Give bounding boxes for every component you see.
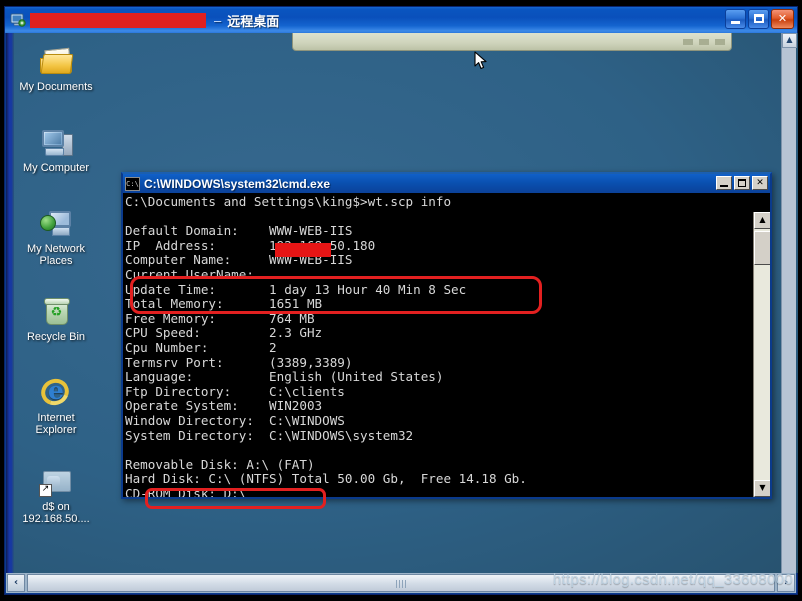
shared-folder-shortcut-icon: ↗ bbox=[39, 465, 73, 497]
console-line: Current UserName: bbox=[125, 266, 270, 282]
console-line: Computer Name: WWW-WEB-IIS bbox=[125, 252, 353, 268]
cmd-titlebar[interactable]: C:\ C:\WINDOWS\system32\cmd.exe ✕ bbox=[123, 174, 770, 193]
maximize-button[interactable] bbox=[748, 9, 769, 29]
console-line: Termsrv Port: (3389,3389) bbox=[125, 354, 353, 370]
cmd-window-controls: ✕ bbox=[716, 176, 768, 190]
scroll-up-button[interactable]: ▲ bbox=[754, 212, 770, 229]
remote-desktop-icon bbox=[10, 12, 26, 28]
close-button[interactable]: ✕ bbox=[771, 9, 794, 29]
cmd-minimize-button[interactable] bbox=[716, 176, 732, 190]
cmd-window-title: C:\WINDOWS\system32\cmd.exe bbox=[144, 176, 331, 191]
console-line: CPU Speed: 2.3 GHz bbox=[125, 325, 323, 341]
console-line: Ftp Directory: C:\clients bbox=[125, 383, 345, 399]
folder-documents-icon bbox=[39, 45, 74, 77]
cmd-close-button[interactable]: ✕ bbox=[752, 176, 768, 190]
viewport-horizontal-scrollbar[interactable]: ‹ › bbox=[6, 573, 796, 593]
background-remote-window[interactable] bbox=[292, 33, 732, 51]
desktop-icon-label: My Network Places bbox=[26, 243, 86, 267]
computer-icon bbox=[39, 126, 73, 158]
desktop-icon-my-network-places[interactable]: My Network Places bbox=[14, 207, 98, 267]
desktop-icon-my-computer[interactable]: My Computer bbox=[14, 126, 98, 174]
desktop-icon-recycle-bin[interactable]: ♻ Recycle Bin bbox=[14, 295, 98, 343]
desktop-icon-d-share-shortcut[interactable]: ↗ d$ on 192.168.50.... bbox=[14, 465, 98, 525]
console-line: Free Memory: 764 MB bbox=[125, 310, 315, 326]
console-line: Hard Disk: C:\ (NTFS) Total 50.00 Gb, Fr… bbox=[125, 471, 527, 487]
minimize-button[interactable] bbox=[725, 9, 746, 29]
console-line: C:\Documents and Settings\king$>wt.scp i… bbox=[125, 194, 452, 209]
console-line: CD-ROM Disk: D:\ bbox=[125, 485, 247, 497]
viewport-scroll-up-button[interactable]: ▲ bbox=[782, 33, 797, 48]
recycle-bin-icon: ♻ bbox=[39, 295, 73, 327]
cmd-window[interactable]: C:\ C:\WINDOWS\system32\cmd.exe ✕ C:\Doc… bbox=[121, 172, 772, 499]
remote-desktop-viewport[interactable]: My Documents My Computer My Network Place… bbox=[6, 33, 798, 573]
desktop-icon-internet-explorer[interactable]: e Internet Explorer bbox=[14, 374, 98, 436]
desktop-icon-label: Recycle Bin bbox=[26, 331, 86, 343]
title-separator: – bbox=[214, 12, 222, 28]
title-suffix: 远程桌面 bbox=[227, 13, 280, 29]
console-output: C:\Documents and Settings\king$>wt.scp i… bbox=[125, 194, 753, 497]
title-redaction-block bbox=[30, 12, 206, 28]
console-line: Total Memory: 1651 MB bbox=[125, 296, 323, 312]
console-line: Update Time: 1 day 13 Hour 40 Min 8 Sec bbox=[125, 281, 467, 297]
window-titlebar[interactable]: – 远程桌面 ✕ bbox=[5, 7, 797, 33]
desktop-left-strip bbox=[6, 33, 14, 573]
desktop-icon-label: My Computer bbox=[22, 162, 90, 174]
desktop-icon-label: My Documents bbox=[19, 81, 93, 93]
console-vertical-scrollbar[interactable]: ▲ ▼ bbox=[753, 212, 770, 497]
console-line: Removable Disk: A:\ (FAT) bbox=[125, 456, 315, 472]
scroll-thumb[interactable] bbox=[754, 231, 770, 265]
console-line: Language: English (United States) bbox=[125, 369, 444, 385]
console-client-area[interactable]: C:\Documents and Settings\king$>wt.scp i… bbox=[123, 193, 770, 497]
window-title: – 远程桌面 bbox=[30, 11, 279, 30]
desktop-icon-label: d$ on 192.168.50.... bbox=[22, 501, 90, 525]
username-redaction-block bbox=[275, 243, 331, 257]
desktop-icon-label: Internet Explorer bbox=[35, 412, 77, 436]
viewport-hscroll-thumb[interactable] bbox=[27, 574, 775, 592]
console-line: Operate System: WIN2003 bbox=[125, 398, 323, 414]
viewport-scroll-right-button[interactable]: › bbox=[777, 574, 795, 592]
console-line: Window Directory: C:\WINDOWS bbox=[125, 412, 345, 428]
console-line: System Directory: C:\WINDOWS\system32 bbox=[125, 427, 414, 443]
remote-desktop-window: – 远程桌面 ✕ My Documents My Computer My Net… bbox=[4, 6, 798, 595]
cmd-maximize-button[interactable] bbox=[734, 176, 750, 190]
console-line: Cpu Number: 2 bbox=[125, 339, 277, 355]
background-window-controls bbox=[683, 39, 725, 45]
console-line: Default Domain: WWW-WEB-IIS bbox=[125, 223, 353, 239]
window-controls: ✕ bbox=[725, 9, 794, 29]
scroll-down-button[interactable]: ▼ bbox=[754, 480, 770, 497]
viewport-scroll-left-button[interactable]: ‹ bbox=[7, 574, 25, 592]
console-line: IP Address: 192.168.50.180 bbox=[125, 237, 376, 253]
console-icon: C:\ bbox=[125, 176, 140, 191]
desktop-icon-my-documents[interactable]: My Documents bbox=[14, 45, 98, 93]
network-places-icon bbox=[39, 207, 73, 239]
viewport-vertical-scrollbar[interactable]: ▲ bbox=[781, 33, 797, 573]
internet-explorer-icon: e bbox=[36, 374, 74, 410]
